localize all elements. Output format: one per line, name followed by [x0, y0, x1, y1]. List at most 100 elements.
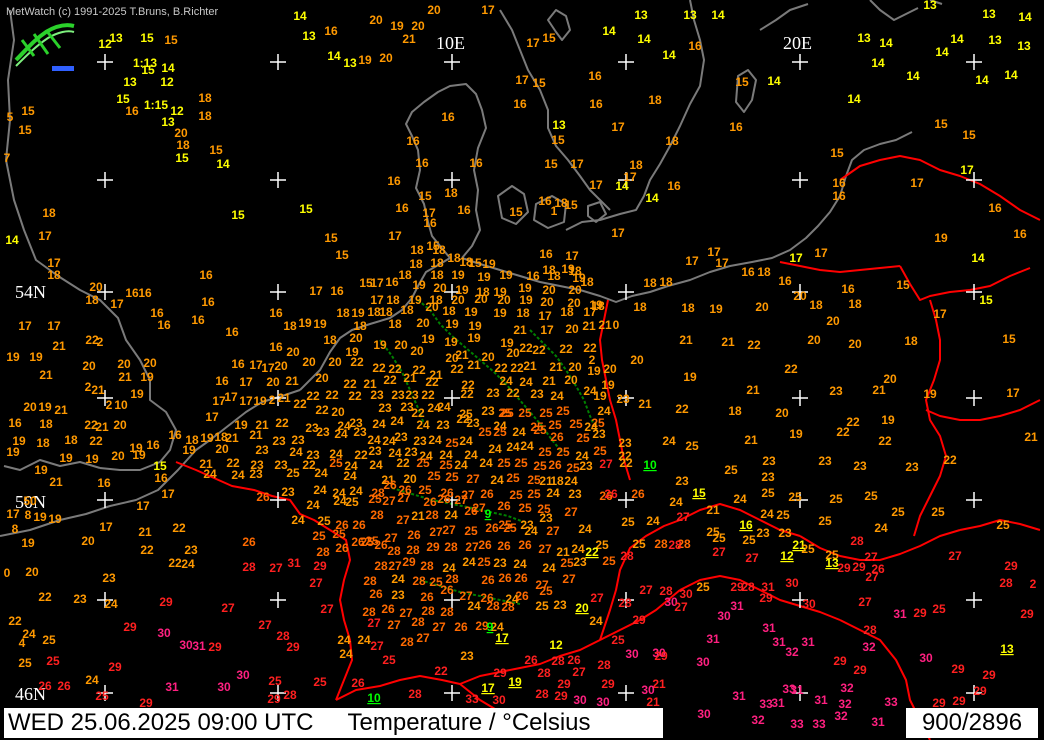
station-temperature: 18 [85, 293, 99, 307]
station-temperature: 25 [18, 656, 32, 670]
station-temperature: 17 [515, 73, 529, 87]
station-temperature: 20 [506, 346, 520, 360]
station-temperature: 7 [4, 151, 11, 165]
station-temperature: 13 [923, 0, 937, 12]
status-bar: WED 25.06.2025 09:00 UTC Temperature / °C… [0, 706, 1044, 740]
station-temperature: 18 [904, 334, 918, 348]
station-temperature: 24 [391, 572, 405, 586]
station-temperature: 13 [343, 56, 357, 70]
station-temperature: 20 [369, 13, 383, 27]
station-temperature: 22 [619, 456, 633, 470]
station-temperature: 23 [255, 443, 269, 457]
station-temperature: 19 [467, 331, 481, 345]
station-temperature: 26 [550, 430, 564, 444]
station-temperature: 16 [832, 189, 846, 203]
station-temperature: 21 [513, 323, 527, 337]
station-temperature: 20 [113, 418, 127, 432]
station-temperature: 21 [746, 383, 760, 397]
station-temperature: 24 [512, 425, 526, 439]
station-temperature: 20 [215, 442, 229, 456]
station-temperature: 16 [330, 284, 344, 298]
station-temperature: 16 [269, 340, 283, 354]
station-temperature: 9 [487, 620, 494, 634]
station-temperature: 32 [840, 681, 854, 695]
station-temperature: 18 [64, 433, 78, 447]
station-temperature: 20 [575, 601, 589, 615]
station-temperature: 24 [372, 417, 386, 431]
station-temperature: 13 [683, 8, 697, 22]
station-temperature: 29 [654, 649, 668, 663]
station-temperature: 20 [25, 565, 39, 579]
station-temperature: 17 [261, 361, 275, 375]
station-temperature: 27 [397, 491, 411, 505]
station-temperature: 20 [497, 293, 511, 307]
station-temperature: 29 [554, 689, 568, 703]
station-temperature: 29 [632, 613, 646, 627]
station-temperature: 26 [464, 504, 478, 518]
station-temperature: 21 [402, 32, 416, 46]
station-temperature: 25 [329, 456, 343, 470]
station-temperature: 17 [38, 229, 52, 243]
station-temperature: 14 [327, 49, 341, 63]
station-temperature: 26 [351, 676, 365, 690]
station-temperature: 22 [450, 362, 464, 376]
station-temperature: 22 [532, 343, 546, 357]
station-temperature: 17 [136, 499, 150, 513]
station-temperature: 22 [293, 397, 307, 411]
station-temperature: 24 [524, 524, 538, 538]
station-temperature: 19 [132, 448, 146, 462]
station-temperature: 22 [519, 341, 533, 355]
station-temperature: 24 [462, 555, 476, 569]
station-temperature: 24 [203, 467, 217, 481]
station-temperature: 19 [593, 389, 607, 403]
station-temperature: 25 [500, 406, 514, 420]
station-temperature: 25 [776, 508, 790, 522]
station-temperature: 15 [141, 63, 155, 77]
station-temperature: 25 [829, 492, 843, 506]
station-temperature: 19 [477, 270, 491, 284]
station-temperature: 23 [394, 430, 408, 444]
station-temperature: 21 [49, 475, 63, 489]
station-temperature: 17 [224, 390, 238, 404]
station-temperature: 24 [546, 486, 560, 500]
station-temperature: 18 [681, 301, 695, 315]
station-temperature: 17 [161, 487, 175, 501]
station-temperature: 15 [979, 293, 993, 307]
temperature-map: 10E 20E 54N 50N 46N 14 20 19 2020 171413 13 14… [0, 0, 1044, 740]
station-temperature: 21 [249, 428, 263, 442]
station-temperature: 13 [1000, 642, 1014, 656]
station-temperature: 19 [519, 293, 533, 307]
station-temperature: 17 [1006, 386, 1020, 400]
station-temperature: 22 [675, 402, 689, 416]
station-temperature: 20 [315, 371, 329, 385]
station-temperature: 20 [481, 350, 495, 364]
station-temperature: 25 [696, 580, 710, 594]
station-temperature: 15 [209, 143, 223, 157]
station-temperature: 14 [711, 8, 725, 22]
station-temperature: 25 [312, 529, 326, 543]
station-temperature: 24 [313, 483, 327, 497]
station-temperature: 26 [437, 492, 451, 506]
station-temperature: 16 [387, 174, 401, 188]
station-temperature: 24 [428, 433, 442, 447]
station-temperature: 24 [506, 440, 520, 454]
station-temperature: 23 [486, 386, 500, 400]
station-temperature: 21 [1024, 430, 1038, 444]
station-temperature: 15 [335, 248, 349, 262]
station-temperature: 18 [42, 206, 56, 220]
station-temperature: 19 [358, 53, 372, 67]
station-temperature: 18 [39, 417, 53, 431]
station-temperature: 24 [314, 466, 328, 480]
station-temperature: 23 [829, 384, 843, 398]
station-temperature: 25 [931, 505, 945, 519]
station-temperature: 19 [130, 387, 144, 401]
station-temperature: 16 [406, 134, 420, 148]
station-temperature: 21 [679, 333, 693, 347]
station-temperature: 26 [420, 590, 434, 604]
station-temperature: 19 [298, 316, 312, 330]
station-temperature: 23 [818, 454, 832, 468]
station-temperature: 24 [357, 633, 371, 647]
station-temperature: 23 [391, 588, 405, 602]
station-temperature: 28 [316, 545, 330, 559]
station-temperature: 24 [416, 418, 430, 432]
